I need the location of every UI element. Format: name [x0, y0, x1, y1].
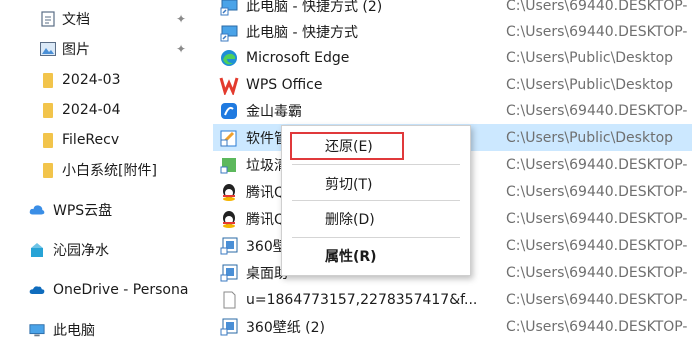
pin-icon[interactable]: ✦: [176, 42, 188, 56]
file-name: 360壁纸 (2): [246, 319, 326, 336]
file-name: 腾讯Q: [246, 211, 286, 228]
wps-cloud-icon: [29, 202, 45, 218]
file-name: WPS Office: [246, 76, 323, 93]
nav-item-label: 小白系统[附件]: [62, 163, 157, 179]
onedrive-icon: [29, 282, 45, 298]
menu-item-properties[interactable]: 属性(R): [282, 243, 470, 269]
menu-separator: [292, 164, 460, 165]
qq-icon: [219, 209, 239, 229]
file-name: 此电脑 - 快捷方式: [246, 24, 358, 41]
nav-item-label: 文档: [62, 12, 90, 28]
file-row[interactable]: 金山毒霸 C:\Users\69440.DESKTOP-: [213, 97, 692, 124]
this-pc-icon: [29, 322, 45, 338]
menu-separator: [292, 200, 460, 201]
nav-item-label: 此电脑: [53, 323, 95, 339]
file-path: C:\Users\69440.DESKTOP-: [506, 156, 688, 173]
menu-item-label: 剪切(T): [325, 177, 373, 193]
nav-item-xiaobai[interactable]: 小白系统[附件]: [0, 155, 200, 185]
pc-shortcut-icon: [219, 22, 239, 42]
menu-item-delete[interactable]: 删除(D): [282, 206, 470, 232]
menu-separator: [292, 237, 460, 238]
file-row[interactable]: 此电脑 - 快捷方式 (2) C:\Users\69440.DESKTOP-: [213, 0, 692, 19]
file-row[interactable]: u=1864773157,2278357417&f... C:\Users\69…: [213, 286, 692, 313]
nav-item-qinyuan[interactable]: 沁园净水: [0, 235, 200, 265]
file-path: C:\Users\Public\Desktop: [506, 76, 674, 93]
nav-item-this-pc[interactable]: 此电脑: [0, 315, 200, 345]
context-menu: 还原(E) 剪切(T) 删除(D) 属性(R): [281, 125, 471, 276]
file-path: C:\Users\Public\Desktop: [506, 49, 674, 66]
highlight-box: [290, 132, 404, 160]
wps-office-icon: [219, 75, 239, 96]
software-manager-icon: [219, 128, 239, 148]
nav-item-label: 沁园净水: [53, 243, 109, 259]
qq-icon: [219, 182, 239, 202]
file-row[interactable]: WPS Office C:\Users\Public\Desktop: [213, 71, 692, 98]
file-row[interactable]: 此电脑 - 快捷方式 C:\Users\69440.DESKTOP-: [213, 18, 692, 45]
file-row[interactable]: Microsoft Edge C:\Users\Public\Desktop: [213, 44, 692, 71]
file-path: C:\Users\69440.DESKTOP-: [506, 291, 688, 308]
file-path: C:\Users\69440.DESKTOP-: [506, 237, 688, 254]
file-path: C:\Users\69440.DESKTOP-: [506, 23, 688, 40]
folder-icon: [40, 102, 56, 118]
folder-icon: [40, 132, 56, 148]
nav-item-pictures[interactable]: 图片 ✦: [0, 34, 200, 64]
folder-icon: [40, 72, 56, 88]
nav-item-label: 2024-04: [62, 102, 121, 118]
edge-icon: [219, 48, 239, 68]
folder-icon: [40, 162, 56, 178]
file-name: u=1864773157,2278357417&f...: [246, 291, 478, 308]
file-path: C:\Users\69440.DESKTOP-: [506, 102, 688, 119]
nav-item-wps-cloud[interactable]: WPS云盘: [0, 195, 200, 225]
nav-item-documents[interactable]: 文档 ✦: [0, 4, 200, 34]
file-path: C:\Users\Public\Desktop: [506, 129, 674, 146]
navigation-pane: 文档 ✦ 图片 ✦ 2024-03 2024-04 FileRecv 小白系统[…: [0, 0, 200, 343]
file-icon: [219, 290, 239, 310]
menu-item-label: 属性(R): [325, 249, 377, 265]
duba-icon: [219, 101, 239, 121]
nav-item-label: 2024-03: [62, 72, 121, 88]
nav-item-2024-03[interactable]: 2024-03: [0, 65, 200, 95]
file-path: C:\Users\69440.DESKTOP-: [506, 318, 688, 335]
menu-item-cut[interactable]: 剪切(T): [282, 171, 470, 197]
file-name: 腾讯Q: [246, 184, 286, 201]
nav-item-filerecv[interactable]: FileRecv: [0, 125, 200, 155]
file-path: C:\Users\69440.DESKTOP-: [506, 210, 688, 227]
nav-item-onedrive[interactable]: OneDrive - Persona: [0, 275, 200, 305]
pin-icon[interactable]: ✦: [176, 12, 188, 26]
document-icon: [40, 11, 56, 27]
nav-item-label: FileRecv: [62, 132, 120, 148]
app-icon: [29, 242, 45, 258]
file-path: C:\Users\69440.DESKTOP-: [506, 264, 688, 281]
cleanup-icon: [219, 155, 239, 175]
pictures-icon: [40, 41, 56, 57]
nav-item-label: 图片: [62, 42, 90, 58]
image-shortcut-icon: [219, 263, 239, 283]
file-name: 此电脑 - 快捷方式 (2): [246, 0, 383, 15]
nav-item-label: WPS云盘: [53, 203, 113, 219]
nav-item-2024-04[interactable]: 2024-04: [0, 95, 200, 125]
nav-item-label: OneDrive - Persona: [53, 282, 189, 298]
file-row[interactable]: 360壁纸 (2) C:\Users\69440.DESKTOP-: [213, 313, 692, 340]
file-path: C:\Users\69440.DESKTOP-: [506, 183, 688, 200]
file-name: Microsoft Edge: [246, 49, 350, 66]
menu-item-label: 删除(D): [325, 212, 375, 228]
image-shortcut-icon: [219, 317, 239, 337]
image-shortcut-icon: [219, 236, 239, 256]
pc-shortcut-icon: [219, 0, 239, 16]
file-path: C:\Users\69440.DESKTOP-: [506, 0, 688, 14]
file-name: 金山毒霸: [246, 103, 302, 120]
